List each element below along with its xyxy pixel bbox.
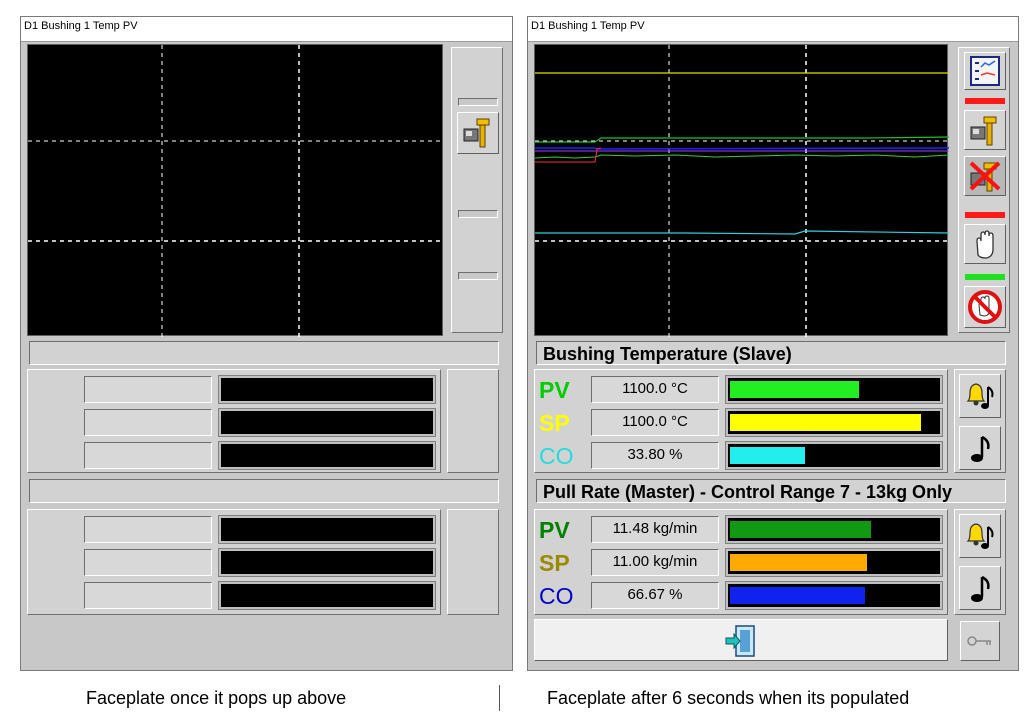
exit-button[interactable] [534,619,948,661]
s2-row2-bar [725,548,943,577]
trend-line-cyan [535,230,949,235]
left-section1-title [29,341,499,365]
s2-row1-bar [725,515,943,544]
s1-row3-bar-fill [730,447,805,464]
left-caption: Faceplate once it pops up above [86,688,347,708]
section2-panel: PV 11.48 kg/min SP 11.00 kg/min CO 66.67… [534,509,948,615]
s1-row2-bar-fill [730,414,921,431]
left-section2-buttons [447,509,499,615]
status-bar-red-2 [965,212,1005,218]
no-manual-icon [968,290,1002,324]
left-window-title: D1 Bushing 1 Temp PV [21,17,512,42]
trend-chart-icon [970,56,1000,86]
s2-row2-bar-fill [730,554,867,571]
right-trend-chart [535,45,949,337]
section1-buttons [954,369,1006,473]
alarm-bell-icon [966,523,994,549]
section1-panel: PV 1100.0 °C SP 1100.0 °C CO 33.80 % [534,369,948,473]
s1-row3-value: 33.80 % [591,442,719,469]
s2-alarm-button[interactable] [959,514,1001,558]
s1-row2-label: SP [539,410,570,436]
left-trend-grid [28,45,444,337]
right-window-title: D1 Bushing 1 Temp PV [528,17,1018,42]
left-s1-bar-2 [218,408,436,437]
trend-line-red [535,147,602,163]
s2-row1-value: 11.48 kg/min [591,516,719,543]
s2-row3-label: CO [539,583,574,609]
horn-note-icon [971,435,990,462]
left-tune-button[interactable] [457,112,499,154]
s1-row1-label: PV [539,377,570,403]
left-s1-bar-3 [218,441,436,470]
s1-row1-bar [725,375,943,404]
left-status-indicator-1 [458,98,498,106]
s1-row1-bar-fill [730,381,859,398]
s1-row2-value: 1100.0 °C [591,409,719,436]
tune-tool-icon [463,118,490,148]
no-manual-button[interactable] [964,286,1006,328]
right-button-column [958,47,1010,333]
s1-horn-button[interactable] [959,426,1001,470]
status-bar-red-1 [965,98,1005,104]
caption-divider [499,685,500,711]
tune-disabled-icon [969,161,1001,192]
tune-button[interactable] [964,110,1006,150]
left-button-column [451,47,503,333]
left-s1-value-2 [84,409,212,436]
left-s1-bar-1 [218,375,436,404]
left-s1-value-3 [84,442,212,469]
left-section1-panel [27,369,441,473]
s2-row2-label: SP [539,550,570,576]
left-s2-bar-3 [218,581,436,610]
left-section2-panel [27,509,441,615]
alarm-bell-icon [966,383,994,409]
exit-door-icon [725,625,755,657]
right-caption: Faceplate after 6 seconds when its popul… [547,688,910,708]
section2-buttons [954,509,1006,615]
horn-note-icon [971,575,990,602]
trend-line-green [535,136,949,143]
key-button[interactable] [960,621,1000,661]
s2-row3-value: 66.67 % [591,582,719,609]
left-s2-value-2 [84,549,212,576]
key-icon [967,636,991,646]
trend-config-button[interactable] [964,52,1006,90]
s2-row1-bar-fill [730,521,871,538]
s2-row3-bar-fill [730,587,865,604]
left-status-indicator-2 [458,210,498,218]
left-faceplate-window: D1 Bushing 1 Temp PV [20,16,513,671]
left-s2-bar-2 [218,548,436,577]
section1-title: Bushing Temperature (Slave) [536,341,1006,365]
s1-row3-bar [725,441,943,470]
s1-row3-label: CO [539,443,574,469]
left-s2-value-1 [84,516,212,543]
s2-horn-button[interactable] [959,566,1001,610]
manual-hand-icon [976,230,994,259]
left-s2-bar-1 [218,515,436,544]
s2-row3-bar [725,581,943,610]
s1-alarm-button[interactable] [959,374,1001,418]
left-status-indicator-3 [458,272,498,280]
trend-line-green2 [535,154,949,159]
left-section2-title [29,479,499,503]
section2-title: Pull Rate (Master) - Control Range 7 - 1… [536,479,1006,503]
s1-row1-value: 1100.0 °C [591,376,719,403]
left-section1-buttons [447,369,499,473]
left-trend-area [27,44,444,337]
left-s1-value-1 [84,376,212,403]
status-bar-green [965,274,1005,280]
tune-tool-icon [970,116,997,146]
right-faceplate-window: D1 Bushing 1 Temp PV Bushing Temperature… [527,16,1019,671]
s1-row2-bar [725,408,943,437]
manual-mode-button[interactable] [964,224,1006,264]
s2-row1-label: PV [539,517,570,543]
s2-row2-value: 11.00 kg/min [591,549,719,576]
right-trend-area [534,44,949,337]
tune-disabled-button[interactable] [964,156,1006,196]
left-s2-value-3 [84,582,212,609]
